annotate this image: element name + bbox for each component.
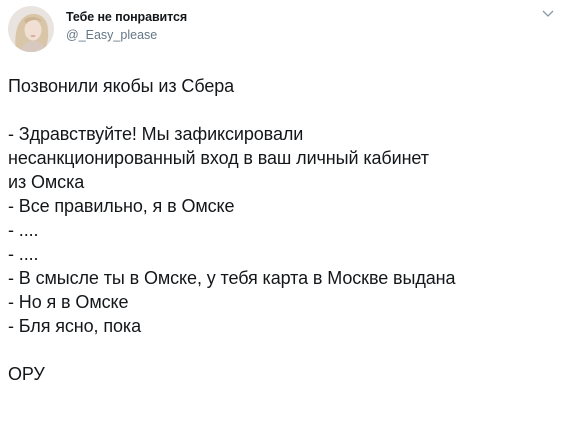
avatar[interactable]: [8, 6, 54, 52]
tweet-line: из Омска: [8, 172, 85, 192]
tweet-line: - ....: [8, 220, 39, 240]
tweet-line: - Здравствуйте! Мы зафиксировали: [8, 124, 304, 144]
tweet-line: Позвонили якобы из Сбера: [8, 76, 235, 96]
tweet-line: - Все правильно, я в Омске: [8, 196, 235, 216]
tweet-line: - ....: [8, 244, 39, 264]
author-username[interactable]: @_Easy_please: [66, 28, 157, 42]
author-display-name[interactable]: Тебе не понравится: [66, 10, 187, 24]
chevron-down-icon[interactable]: [540, 6, 556, 22]
tweet-line: ОРУ: [8, 364, 45, 384]
tweet-line: несанкционированный вход в ваш личный ка…: [8, 148, 429, 168]
tweet-line: - В смысле ты в Омске, у тебя карта в Мо…: [8, 268, 456, 288]
tweet-header: Тебе не понравится @_Easy_please: [8, 6, 562, 52]
tweet-text: Позвонили якобы из Сбера - Здравствуйте!…: [8, 74, 560, 386]
tweet-line: - Бля ясно, пока: [8, 316, 141, 336]
tweet-line: - Но я в Омске: [8, 292, 129, 312]
tweet: Тебе не понравится @_Easy_please Позвони…: [0, 0, 570, 444]
